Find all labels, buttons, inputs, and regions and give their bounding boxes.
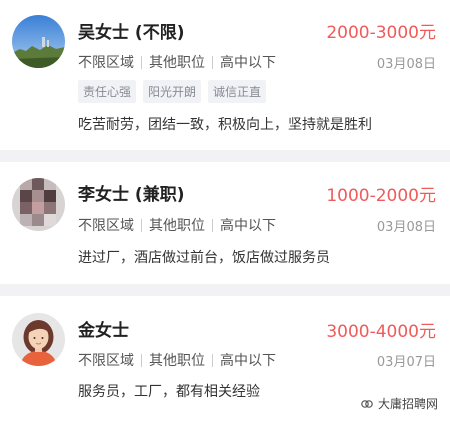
wechat-logo-icon [361, 399, 373, 408]
avatar [12, 178, 65, 231]
watermark-text: 大庸招聘网 [377, 397, 438, 411]
salary-range: 2000-3000元 [326, 23, 436, 43]
meta-position: 其他职位 [149, 353, 205, 369]
meta-area: 不限区域 [78, 55, 134, 71]
post-date: 03月08日 [376, 57, 436, 72]
salary-range: 3000-4000元 [326, 322, 436, 342]
candidate-card[interactable]: 吴女士 (不限) 2000-3000元 不限区域 其他职位 高中以下 03月08… [0, 0, 450, 150]
meta-education: 高中以下 [220, 218, 276, 234]
tag-list: 责任心强 阳光开朗 诚信正直 [78, 80, 267, 103]
divider [212, 55, 213, 69]
meta-position: 其他职位 [149, 218, 205, 234]
candidate-card[interactable]: 李女士 (兼职) 1000-2000元 不限区域 其他职位 高中以下 03月08… [0, 162, 450, 284]
meta-area: 不限区域 [78, 353, 134, 369]
tag: 阳光开朗 [143, 80, 202, 103]
candidate-meta: 不限区域 其他职位 高中以下 [78, 52, 276, 72]
divider [212, 218, 213, 232]
candidate-name: 金女士 [78, 321, 129, 341]
candidate-name: 吴女士 (不限) [78, 23, 185, 43]
candidate-description: 进过厂，酒店做过前台，饭店做过服务员 [78, 250, 330, 266]
candidate-meta: 不限区域 其他职位 高中以下 [78, 350, 276, 370]
divider [141, 218, 142, 232]
divider [212, 353, 213, 367]
meta-position: 其他职位 [149, 55, 205, 71]
avatar [12, 15, 65, 68]
candidate-name: 李女士 (兼职) [78, 185, 185, 205]
meta-education: 高中以下 [220, 353, 276, 369]
candidate-meta: 不限区域 其他职位 高中以下 [78, 215, 276, 235]
salary-range: 1000-2000元 [326, 186, 436, 206]
tag: 诚信正直 [208, 80, 267, 103]
post-date: 03月08日 [376, 220, 436, 235]
candidate-description: 服务员，工厂，都有相关经验 [78, 384, 260, 400]
meta-education: 高中以下 [220, 55, 276, 71]
avatar [12, 313, 65, 366]
post-date: 03月07日 [376, 355, 436, 370]
watermark: 大庸招聘网 [360, 395, 438, 412]
divider [141, 353, 142, 367]
divider [141, 55, 142, 69]
tag: 责任心强 [78, 80, 137, 103]
meta-area: 不限区域 [78, 218, 134, 234]
candidate-description: 吃苦耐劳，团结一致，积极向上，坚持就是胜利 [78, 117, 372, 133]
